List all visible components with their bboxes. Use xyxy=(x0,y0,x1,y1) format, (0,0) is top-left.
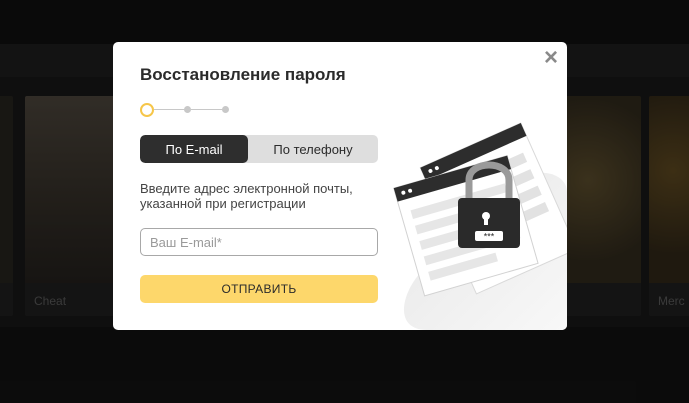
step-connector xyxy=(154,109,185,110)
step-3 xyxy=(222,106,229,113)
close-icon[interactable]: × xyxy=(541,46,561,70)
svg-text:***: *** xyxy=(484,232,495,242)
email-input[interactable] xyxy=(141,229,370,255)
password-recovery-modal: × Восстановление пароля По E-mail По тел… xyxy=(113,42,567,330)
step-connector xyxy=(191,109,223,110)
step-2 xyxy=(184,106,191,113)
step-indicator xyxy=(140,103,236,117)
step-1-active xyxy=(140,103,154,117)
instruction-text: Введите адрес электронной почты, указанн… xyxy=(140,181,353,211)
tab-phone[interactable]: По телефону xyxy=(248,135,378,163)
tab-email[interactable]: По E-mail xyxy=(140,135,248,163)
recovery-method-tabs: По E-mail По телефону xyxy=(140,135,378,163)
modal-title: Восстановление пароля xyxy=(140,65,346,84)
submit-button[interactable]: ОТПРАВИТЬ xyxy=(140,275,378,303)
email-field[interactable] xyxy=(140,228,378,256)
locked-document-icon: *** xyxy=(393,122,567,330)
